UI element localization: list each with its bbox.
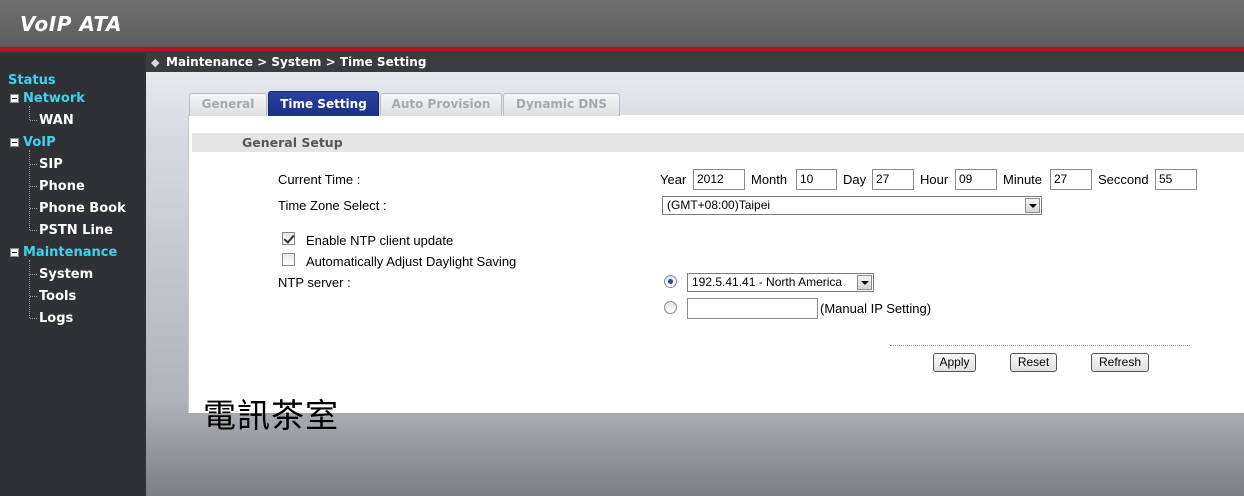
sidebar-item-pstn-line[interactable]: PSTN Line — [39, 223, 113, 238]
ntp-enable-label: Enable NTP client update — [306, 233, 454, 248]
day-label: Day — [843, 172, 867, 187]
tree-connector — [30, 230, 37, 231]
ntp-manual-radio[interactable] — [664, 301, 677, 314]
tree-connector — [29, 106, 30, 120]
chevron-down-icon[interactable] — [1025, 198, 1040, 213]
tree-connector — [29, 260, 30, 318]
second-input[interactable]: 55 — [1155, 169, 1197, 190]
tab-general[interactable]: General — [189, 93, 267, 116]
day-input[interactable]: 27 — [872, 169, 914, 190]
sidebar-item-voip[interactable]: VoIP — [23, 135, 56, 150]
tree-connector — [30, 274, 37, 275]
sidebar-item-network[interactable]: Network — [23, 91, 85, 106]
ntp-preset-radio[interactable] — [664, 275, 677, 288]
collapse-voip-icon[interactable] — [10, 138, 19, 147]
tab-auto-provision[interactable]: Auto Provision — [380, 93, 502, 116]
ntp-manual-ip-input[interactable] — [687, 298, 818, 319]
sidebar-item-maintenance[interactable]: Maintenance — [23, 245, 117, 260]
section-header — [192, 133, 1244, 152]
tree-connector — [30, 186, 37, 187]
breadcrumb-diamond-icon: ◆ — [151, 57, 160, 69]
tree-connector — [30, 208, 37, 209]
ntp-server-label: NTP server : — [278, 275, 351, 290]
apply-button[interactable]: Apply — [933, 353, 976, 372]
collapse-network-icon[interactable] — [10, 94, 19, 103]
tree-connector — [29, 150, 30, 230]
reset-button[interactable]: Reset — [1010, 353, 1057, 372]
sidebar-item-phone-book[interactable]: Phone Book — [39, 201, 126, 216]
chevron-down-icon[interactable] — [857, 275, 872, 290]
year-label: Year — [660, 172, 687, 187]
year-input[interactable]: 2012 — [693, 169, 745, 190]
tree-connector — [30, 164, 37, 165]
refresh-button[interactable]: Refresh — [1091, 353, 1149, 372]
daylight-saving-label: Automatically Adjust Daylight Saving — [306, 254, 517, 269]
sidebar-item-wan[interactable]: WAN — [39, 113, 74, 128]
sidebar-item-sip[interactable]: SIP — [39, 157, 63, 172]
collapse-maintenance-icon[interactable] — [10, 248, 19, 257]
app-title: VoIP ATA — [20, 12, 122, 36]
tab-time-setting[interactable]: Time Setting — [268, 91, 379, 116]
tab-dynamic-dns[interactable]: Dynamic DNS — [503, 93, 620, 116]
app-header: VoIP ATA — [0, 0, 1244, 52]
time-zone-select[interactable]: (GMT+08:00)Taipei — [662, 196, 1042, 215]
time-zone-value: (GMT+08:00)Taipei — [667, 198, 771, 212]
sidebar-item-system[interactable]: System — [39, 267, 93, 282]
ntp-server-select[interactable]: 192.5.41.41 - North America — [687, 273, 874, 292]
current-time-label: Current Time : — [278, 172, 361, 187]
daylight-saving-checkbox[interactable] — [282, 253, 295, 266]
hour-label: Hour — [920, 172, 949, 187]
tree-connector — [30, 318, 37, 319]
minute-label: Minute — [1003, 172, 1043, 187]
minute-input[interactable]: 27 — [1050, 169, 1092, 190]
hour-input[interactable]: 09 — [955, 169, 997, 190]
second-label: Seccond — [1098, 172, 1149, 187]
button-divider — [890, 345, 1190, 346]
sidebar-item-logs[interactable]: Logs — [39, 311, 73, 326]
breadcrumb: Maintenance > System > Time Setting — [166, 55, 427, 69]
month-label: Month — [751, 172, 788, 187]
month-input[interactable]: 10 — [796, 169, 837, 190]
ntp-server-value: 192.5.41.41 - North America — [692, 275, 843, 289]
tree-connector — [30, 296, 37, 297]
section-title: General Setup — [242, 135, 343, 150]
sidebar-item-status[interactable]: Status — [8, 73, 56, 88]
manual-ip-hint: (Manual IP Setting) — [820, 301, 932, 316]
watermark: 電訊茶室 — [203, 396, 339, 435]
sidebar-item-tools[interactable]: Tools — [39, 289, 76, 304]
sidebar-item-phone[interactable]: Phone — [39, 179, 85, 194]
ntp-enable-checkbox[interactable] — [282, 232, 295, 245]
time-zone-label: Time Zone Select : — [278, 198, 387, 213]
tree-connector — [30, 120, 37, 121]
